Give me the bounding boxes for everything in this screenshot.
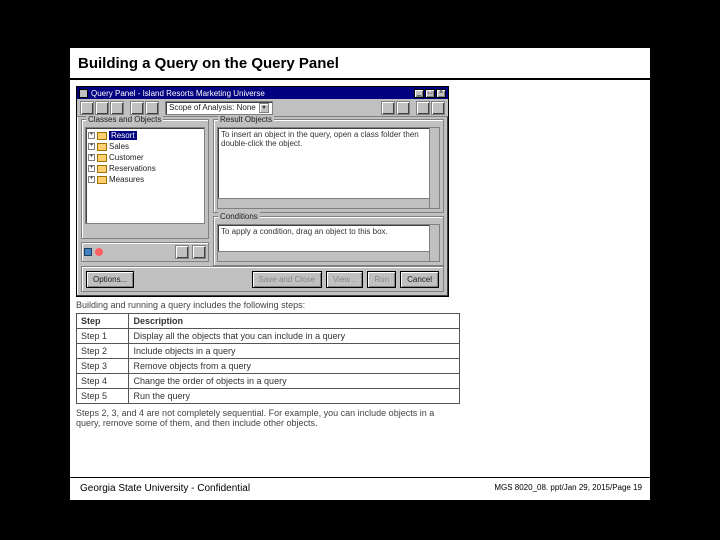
view-button[interactable]: View... <box>326 271 363 288</box>
folder-icon <box>97 165 107 173</box>
options-button[interactable]: Options... <box>86 271 134 288</box>
toolbar-button[interactable] <box>145 101 159 115</box>
window-title: Query Panel - Island Resorts Marketing U… <box>91 89 265 98</box>
tree-label[interactable]: Sales <box>109 142 129 151</box>
tree-item: + Measures <box>88 174 202 185</box>
conditions-help-text: To apply a condition, drag an object to … <box>221 227 388 236</box>
expand-icon[interactable]: + <box>88 176 95 183</box>
tree-item: + Customer <box>88 152 202 163</box>
tree-label[interactable]: Resort <box>109 131 137 140</box>
sphere-icon[interactable] <box>95 248 103 256</box>
result-group-label: Result Objects <box>218 115 274 124</box>
expand-icon[interactable]: + <box>88 132 95 139</box>
footer-left: Georgia State University - Confidential <box>80 483 250 494</box>
th-step: Step <box>77 314 129 329</box>
button-row: Options... Save and Close View... Run Ca… <box>81 266 444 292</box>
step-cell: Step 3 <box>77 359 129 374</box>
table-row: Step 5Run the query <box>77 389 460 404</box>
query-panel-window: Query Panel - Island Resorts Marketing U… <box>76 86 449 297</box>
divider-bottom <box>70 477 650 478</box>
tree-label[interactable]: Reservations <box>109 164 156 173</box>
desc-cell: Include objects in a query <box>129 344 460 359</box>
minimize-button[interactable]: _ <box>414 89 424 98</box>
toolbar-button[interactable] <box>130 101 144 115</box>
scrollbar-vertical[interactable] <box>429 128 439 208</box>
expand-icon[interactable]: + <box>88 165 95 172</box>
toolbar-button[interactable] <box>396 101 410 115</box>
steps-caption: Building and running a query includes th… <box>76 300 460 310</box>
toolbar-button[interactable] <box>416 101 430 115</box>
run-button[interactable]: Run <box>367 271 396 288</box>
folder-icon <box>97 154 107 162</box>
step-cell: Step 2 <box>77 344 129 359</box>
left-toolstrip <box>81 242 209 262</box>
app-icon <box>79 89 88 98</box>
toolbar-button[interactable] <box>110 101 124 115</box>
steps-table: Step Description Step 1Display all the o… <box>76 313 460 404</box>
close-button[interactable]: × <box>436 89 446 98</box>
toolstrip-button[interactable] <box>175 245 189 259</box>
conditions-group-label: Conditions <box>218 212 260 221</box>
conditions-box[interactable]: To apply a condition, drag an object to … <box>217 224 440 262</box>
table-row: Step 1Display all the objects that you c… <box>77 329 460 344</box>
tree-label[interactable]: Customer <box>109 153 144 162</box>
window-titlebar[interactable]: Query Panel - Island Resorts Marketing U… <box>77 87 448 99</box>
table-row: Step 2Include objects in a query <box>77 344 460 359</box>
scope-label: Scope of Analysis: None <box>169 103 256 112</box>
divider-top <box>70 78 650 80</box>
toolbar-button[interactable] <box>381 101 395 115</box>
table-row: Step 4Change the order of objects in a q… <box>77 374 460 389</box>
cancel-button[interactable]: Cancel <box>400 271 439 288</box>
step-cell: Step 4 <box>77 374 129 389</box>
tree-item: + Reservations <box>88 163 202 174</box>
tree-label[interactable]: Measures <box>109 175 144 184</box>
result-help-text: To insert an object in the query, open a… <box>221 130 419 148</box>
save-close-button[interactable]: Save and Close <box>252 271 322 288</box>
table-row: Step 3Remove objects from a query <box>77 359 460 374</box>
classes-tree[interactable]: + Resort + Sales + Customer + Reservations +… <box>85 127 205 224</box>
scrollbar-vertical[interactable] <box>429 225 439 261</box>
step-cell: Step 1 <box>77 329 129 344</box>
tree-item: + Resort <box>88 130 202 141</box>
scrollbar-horizontal[interactable] <box>218 198 429 208</box>
expand-icon[interactable]: + <box>88 154 95 161</box>
footer-right: MGS 8020_08. ppt/Jan 29, 2015/Page 19 <box>494 483 642 492</box>
folder-icon <box>97 132 107 140</box>
maximize-button[interactable]: □ <box>425 89 435 98</box>
slide: Building a Query on the Query Panel Quer… <box>70 48 650 500</box>
th-desc: Description <box>129 314 460 329</box>
scope-dropdown[interactable]: Scope of Analysis: None ▾ <box>165 101 273 115</box>
toolbar-button[interactable] <box>95 101 109 115</box>
scrollbar-horizontal[interactable] <box>218 251 429 261</box>
desc-cell: Remove objects from a query <box>129 359 460 374</box>
chevron-down-icon: ▾ <box>259 103 269 113</box>
classes-group-label: Classes and Objects <box>86 115 163 124</box>
result-objects-box[interactable]: To insert an object in the query, open a… <box>217 127 440 209</box>
step-cell: Step 5 <box>77 389 129 404</box>
desc-cell: Run the query <box>129 389 460 404</box>
expand-icon[interactable]: + <box>88 143 95 150</box>
folder-icon <box>97 176 107 184</box>
slide-title: Building a Query on the Query Panel <box>78 55 339 72</box>
lower-content: Building and running a query includes th… <box>76 300 460 428</box>
desc-cell: Change the order of objects in a query <box>129 374 460 389</box>
cube-icon[interactable] <box>84 248 92 256</box>
toolstrip-button[interactable] <box>192 245 206 259</box>
tree-item: + Sales <box>88 141 202 152</box>
toolbar-button[interactable] <box>431 101 445 115</box>
steps-note: Steps 2, 3, and 4 are not completely seq… <box>76 408 460 428</box>
desc-cell: Display all the objects that you can inc… <box>129 329 460 344</box>
toolbar-button[interactable] <box>80 101 94 115</box>
folder-icon <box>97 143 107 151</box>
